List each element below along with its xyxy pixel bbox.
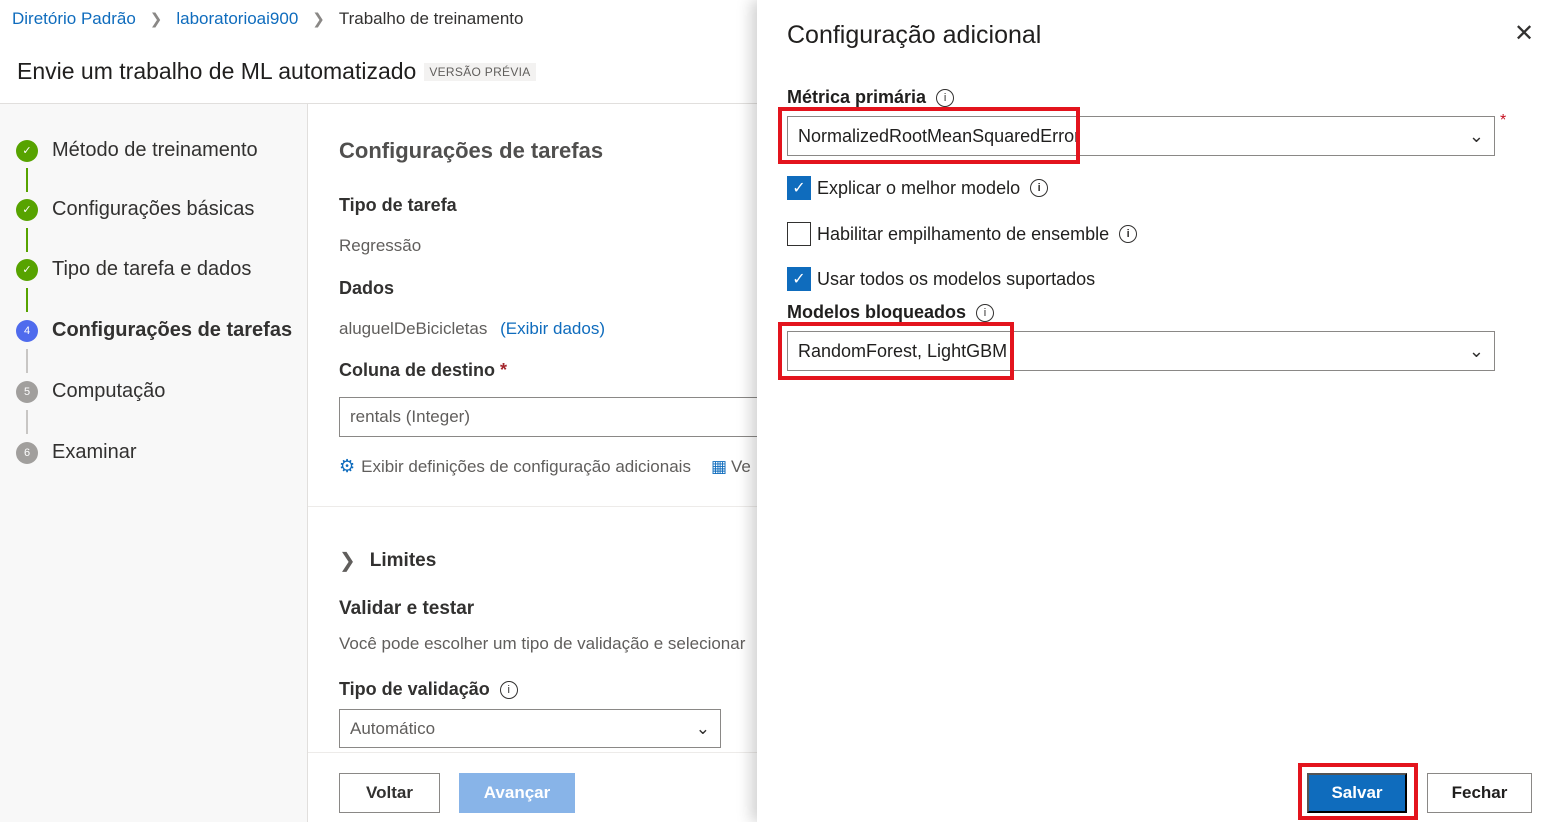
additional-settings-label: Exibir definições de configuração adicio… [361, 456, 691, 476]
info-icon[interactable]: i [1030, 179, 1049, 197]
step-label: Método de treinamento [52, 139, 258, 161]
chevron-right-icon: ❯ [339, 550, 356, 572]
close-icon[interactable]: ✕ [1513, 20, 1535, 47]
back-button[interactable]: Voltar [339, 773, 440, 813]
checkmark-icon: ✓ [16, 139, 38, 162]
checkbox-checked-icon[interactable]: ✓ [787, 176, 811, 200]
primary-metric-label-text: Métrica primária [787, 87, 927, 107]
chevron-down-icon: ⌄ [1468, 340, 1484, 361]
featurization-link-label[interactable]: Ve [731, 457, 751, 477]
required-mark: * [1500, 112, 1507, 129]
step-connector [26, 168, 28, 192]
additional-config-panel: Configuração adicional ✕ Métrica primári… [757, 0, 1541, 822]
step-compute[interactable]: 5 Computação [16, 380, 165, 403]
step-training-method[interactable]: ✓ Método de treinamento [16, 139, 258, 162]
breadcrumb: Diretório Padrão ❯ laboratorioai900 ❯ Tr… [12, 9, 523, 29]
target-column-select[interactable]: rentals (Integer) [339, 397, 769, 437]
view-data-link[interactable]: (Exibir dados) [500, 319, 605, 338]
chevron-down-icon: ⌄ [695, 718, 710, 738]
step-task-type-data[interactable]: ✓ Tipo de tarefa e dados [16, 258, 251, 281]
step-connector [26, 288, 28, 312]
validation-type-label: Tipo de validação i [339, 679, 518, 700]
target-column-label-text: Coluna de destino [339, 360, 496, 380]
validation-type-value: Automático [350, 718, 436, 738]
wizard-steps: ✓ Método de treinamento ✓ Configurações … [0, 104, 307, 822]
step-number-badge: 6 [16, 441, 38, 464]
step-task-settings[interactable]: 4 Configurações de tarefas [16, 319, 292, 342]
ensemble-stacking-checkbox[interactable]: Habilitar empilhamento de ensemble i [787, 222, 1138, 246]
target-column-label: Coluna de destino * [339, 360, 507, 381]
close-button[interactable]: Fechar [1427, 773, 1532, 813]
limits-expander[interactable]: ❯ Limites [339, 548, 436, 573]
info-icon[interactable]: i [1119, 225, 1138, 243]
highlight-box [778, 107, 1080, 164]
required-mark: * [500, 360, 508, 380]
page-title: Envie um trabalho de ML automatizado VER… [17, 58, 536, 85]
highlight-box [778, 322, 1014, 380]
blocked-models-label-text: Modelos bloqueados [787, 302, 967, 322]
page-title-text: Envie um trabalho de ML automatizado [17, 58, 417, 84]
info-icon[interactable]: i [936, 88, 955, 107]
info-icon[interactable]: i [499, 680, 518, 699]
validation-type-select[interactable]: Automático ⌄ [339, 709, 721, 748]
target-column-value: rentals (Integer) [350, 407, 470, 426]
checkmark-icon: ✓ [16, 258, 38, 281]
preview-badge: VERSÃO PRÉVIA [424, 62, 536, 81]
data-value-row: aluguelDeBicicletas (Exibir dados) [339, 319, 605, 339]
step-connector [26, 349, 28, 373]
additional-settings-link[interactable]: ⚙ Exibir definições de configuração adic… [339, 456, 751, 477]
highlight-box [1298, 763, 1418, 820]
checkbox-checked-icon[interactable]: ✓ [787, 267, 811, 291]
step-number-badge: 5 [16, 380, 38, 403]
use-all-models-label: Usar todos os modelos suportados [817, 268, 1096, 289]
chevron-down-icon: ⌄ [1468, 125, 1484, 146]
checkmark-icon: ✓ [16, 198, 38, 221]
panel-title: Configuração adicional [787, 21, 1042, 49]
dataset-name: aluguelDeBicicletas [339, 319, 488, 338]
step-connector [26, 228, 28, 252]
breadcrumb-item-workspace[interactable]: laboratorioai900 [176, 9, 298, 29]
chevron-right-icon: ❯ [149, 11, 163, 28]
gear-icon: ⚙ [339, 456, 356, 476]
footer-divider [308, 752, 758, 753]
info-icon[interactable]: i [976, 303, 995, 322]
validation-type-label-text: Tipo de validação [339, 679, 490, 699]
blocked-models-label: Modelos bloqueados i [787, 302, 995, 323]
ensemble-stacking-label: Habilitar empilhamento de ensemble [817, 223, 1110, 244]
explain-best-model-label: Explicar o melhor modelo [817, 177, 1021, 198]
explain-best-model-checkbox[interactable]: ✓ Explicar o melhor modelo i [787, 176, 1049, 200]
breadcrumb-item-directory[interactable]: Diretório Padrão [12, 9, 136, 29]
step-connector [26, 410, 28, 434]
section-title: Configurações de tarefas [339, 138, 604, 163]
task-type-value: Regressão [339, 236, 422, 255]
validate-test-description: Você pode escolher um tipo de validação … [339, 634, 746, 653]
step-label: Configurações de tarefas [52, 319, 293, 341]
task-settings-form: Configurações de tarefas Tipo de tarefa … [307, 104, 769, 822]
checkbox-unchecked-icon[interactable] [787, 222, 811, 246]
task-type-label: Tipo de tarefa [339, 195, 457, 215]
step-label: Computação [52, 380, 166, 402]
step-label: Examinar [52, 441, 137, 463]
chevron-right-icon: ❯ [312, 11, 325, 28]
step-label: Configurações básicas [52, 198, 255, 220]
primary-metric-label: Métrica primária i [787, 87, 955, 108]
limits-label: Limites [369, 549, 437, 571]
step-basic-settings[interactable]: ✓ Configurações básicas [16, 198, 254, 221]
next-button[interactable]: Avançar [459, 773, 575, 813]
step-label: Tipo de tarefa e dados [52, 258, 252, 280]
section-divider [308, 506, 758, 507]
table-icon[interactable]: ▦ [711, 457, 727, 477]
validate-test-title: Validar e testar [339, 598, 475, 619]
use-all-models-checkbox[interactable]: ✓ Usar todos os modelos suportados [787, 267, 1095, 291]
step-review[interactable]: 6 Examinar [16, 441, 136, 464]
data-label: Dados [339, 278, 395, 298]
step-number-badge: 4 [16, 319, 38, 342]
breadcrumb-item-current: Trabalho de treinamento [338, 9, 524, 28]
